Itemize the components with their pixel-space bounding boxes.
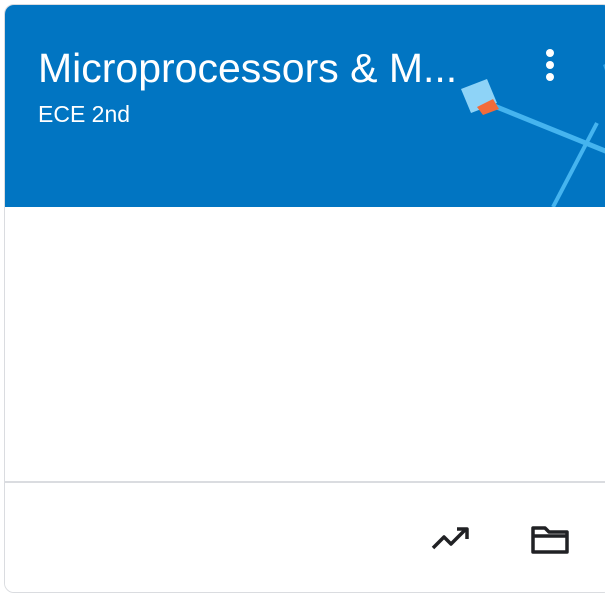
course-card-body	[5, 207, 605, 481]
course-card-header: Microprocessors & M... ECE 2nd	[5, 5, 605, 207]
trending-up-icon	[431, 527, 469, 550]
course-section: ECE 2nd	[38, 101, 131, 127]
open-folder-button[interactable]	[526, 515, 574, 563]
more-options-button[interactable]	[530, 43, 570, 87]
course-card-footer	[5, 483, 605, 592]
more-vert-icon	[546, 49, 554, 81]
course-title-link[interactable]: Microprocessors & M...	[38, 43, 493, 93]
folder-icon	[531, 526, 569, 554]
open-gradebook-button[interactable]	[428, 515, 476, 563]
course-card: Microprocessors & M... ECE 2nd	[4, 4, 605, 593]
header-illustration	[461, 64, 605, 207]
